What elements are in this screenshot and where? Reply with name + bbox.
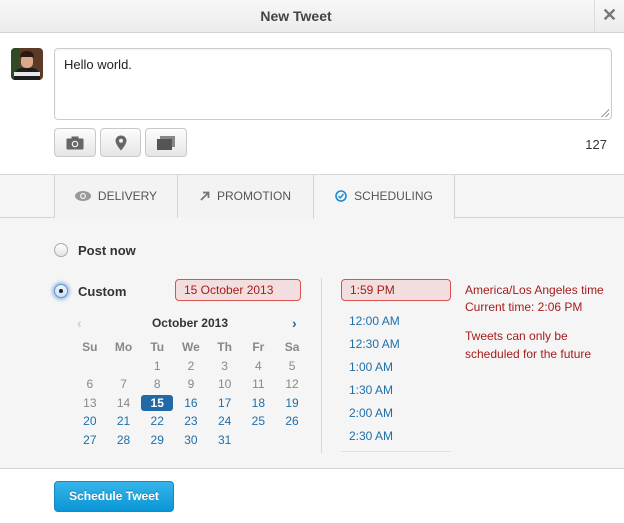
calendar-grid: Su Mo Tu We Th Fr Sa 1 2 3 4 5 6 7 8 9 10 11 12 13 14 15 16 17 1… — [73, 339, 309, 450]
calendar-day[interactable]: 23 — [174, 413, 208, 430]
time-option[interactable]: 12:00 AM — [341, 310, 451, 333]
tab-delivery-label: DELIVERY — [97, 189, 158, 203]
time-option[interactable]: 2:00 AM — [341, 402, 451, 425]
close-icon: ✕ — [601, 5, 618, 25]
calendar-weekday: We — [182, 340, 200, 354]
calendar-day-disabled: 5 — [288, 358, 296, 373]
calendar-day-label: 15 — [141, 394, 174, 411]
add-photo-button[interactable] — [54, 128, 96, 157]
calendar-day[interactable]: 25 — [242, 413, 276, 430]
calendar-day-disabled: 4 — [255, 358, 262, 373]
calendar-day[interactable]: 22 — [140, 413, 174, 430]
calendar-day-disabled: 1 — [153, 358, 161, 373]
calendar-week-row: 20 21 22 23 24 25 26 — [73, 413, 309, 432]
calendar-day[interactable]: 20 — [73, 413, 107, 430]
time-option[interactable]: 1:00 AM — [341, 356, 451, 379]
tab-promotion-label: PROMOTION — [217, 189, 291, 203]
tweet-text: Hello world. — [64, 57, 132, 72]
calendar-day[interactable]: 18 — [242, 395, 276, 412]
resize-grip-icon[interactable] — [601, 109, 609, 117]
post-now-label[interactable]: Post now — [78, 243, 136, 258]
timezone-label: America/Los Angeles time — [465, 283, 604, 297]
calendar-day-disabled: 13 — [83, 395, 97, 410]
calendar-week-row: 1 2 3 4 5 — [73, 358, 309, 377]
tweet-textarea[interactable]: Hello world. — [54, 48, 612, 120]
calendar-day-disabled: 8 — [153, 377, 161, 391]
time-option[interactable]: 2:30 AM — [341, 425, 451, 448]
chevron-left-icon: ‹ — [77, 315, 82, 331]
calendar-day-disabled: 2 — [187, 358, 195, 373]
time-input[interactable]: 1:59 PM — [341, 279, 451, 301]
tab-bar: DELIVERY PROMOTION SCHEDULING — [0, 175, 624, 219]
calendar-weekday: Sa — [284, 340, 300, 354]
calendar-day[interactable]: 19 — [275, 395, 309, 412]
add-location-button[interactable] — [100, 128, 141, 157]
calendar-day-selected[interactable]: 15 — [140, 394, 174, 412]
calendar-day-disabled: 3 — [221, 358, 228, 373]
clock-icon — [335, 190, 347, 202]
calendar-day[interactable]: 21 — [107, 413, 141, 430]
calendar-weekday: Tu — [150, 340, 165, 354]
calendar-day[interactable]: 16 — [174, 395, 208, 412]
time-options-list[interactable]: 12:00 AM 12:30 AM 1:00 AM 1:30 AM 2:00 AM 2:3… — [341, 310, 451, 452]
calendar-weekday: Mo — [114, 340, 133, 354]
calendar-next-button[interactable]: › — [292, 315, 297, 331]
character-counter: 127 — [585, 137, 607, 152]
close-button[interactable]: ✕ — [594, 0, 624, 32]
schedule-error-message: Tweets can only be scheduled for the fut… — [465, 329, 592, 361]
current-time-label: Current time: 2:06 PM — [465, 300, 583, 314]
custom-radio[interactable] — [54, 284, 68, 298]
compose-area: Hello world. 127 — [0, 33, 624, 174]
calendar-weekday: Th — [217, 340, 232, 354]
tab-scheduling-label: SCHEDULING — [354, 189, 433, 203]
calendar-weekday: Fr — [252, 340, 265, 354]
multiple-accounts-button[interactable] — [145, 128, 187, 157]
calendar-day-disabled: 9 — [187, 377, 195, 391]
calendar-weekday-row: Su Mo Tu We Th Fr Sa — [73, 339, 309, 358]
post-now-radio[interactable] — [54, 243, 68, 257]
arrow-up-right-icon — [200, 191, 210, 201]
calendar-weekday: Su — [82, 340, 98, 354]
chevron-right-icon: › — [292, 315, 297, 331]
date-input[interactable]: 15 October 2013 — [175, 279, 301, 301]
custom-label[interactable]: Custom — [78, 284, 126, 299]
location-pin-icon — [115, 135, 126, 150]
multiple-windows-icon — [157, 135, 175, 150]
calendar-week-row: 13 14 15 16 17 18 19 — [73, 394, 309, 414]
calendar-month-title: October 2013 — [151, 316, 229, 330]
schedule-tweet-button[interactable]: Schedule Tweet — [54, 481, 174, 512]
calendar-day-disabled: 6 — [86, 377, 94, 391]
timezone-info: America/Los Angeles time Current time: 2… — [465, 282, 604, 316]
calendar-day-disabled: 11 — [252, 377, 265, 391]
calendar-day[interactable]: 27 — [73, 432, 107, 449]
calendar-day[interactable]: 17 — [208, 395, 242, 412]
vertical-divider — [321, 278, 322, 453]
calendar-week-row: 6 7 8 9 10 11 12 — [73, 376, 309, 395]
avatar — [11, 48, 43, 80]
calendar-day[interactable]: 30 — [174, 432, 208, 449]
tab-delivery[interactable]: DELIVERY — [54, 175, 177, 218]
calendar-day-disabled: 10 — [217, 377, 232, 391]
calendar-week-row: 27 28 29 30 31 — [73, 432, 309, 451]
time-option[interactable]: 12:30 AM — [341, 333, 451, 356]
eye-icon — [74, 190, 91, 201]
calendar-day[interactable]: 31 — [208, 432, 242, 449]
calendar-day-disabled: 14 — [116, 395, 131, 410]
calendar-day[interactable]: 28 — [107, 432, 141, 449]
calendar-day[interactable]: 24 — [208, 413, 242, 430]
calendar-day-disabled: 7 — [120, 377, 127, 391]
calendar-day[interactable]: 29 — [140, 432, 174, 449]
avatar-hair — [20, 51, 34, 57]
tab-promotion[interactable]: PROMOTION — [177, 175, 313, 218]
calendar-day[interactable]: 26 — [275, 413, 309, 430]
tab-scheduling[interactable]: SCHEDULING — [313, 175, 455, 219]
dialog-header: New Tweet ✕ — [0, 0, 624, 33]
calendar-prev-button[interactable]: ‹ — [77, 315, 82, 331]
options-panel: DELIVERY PROMOTION SCHEDULING Post now C… — [0, 174, 624, 469]
calendar-day-disabled: 12 — [285, 377, 299, 391]
dialog-title: New Tweet — [260, 8, 332, 24]
avatar-shirt-stripe — [14, 72, 40, 76]
camera-icon — [66, 136, 84, 149]
time-option[interactable]: 1:30 AM — [341, 379, 451, 402]
